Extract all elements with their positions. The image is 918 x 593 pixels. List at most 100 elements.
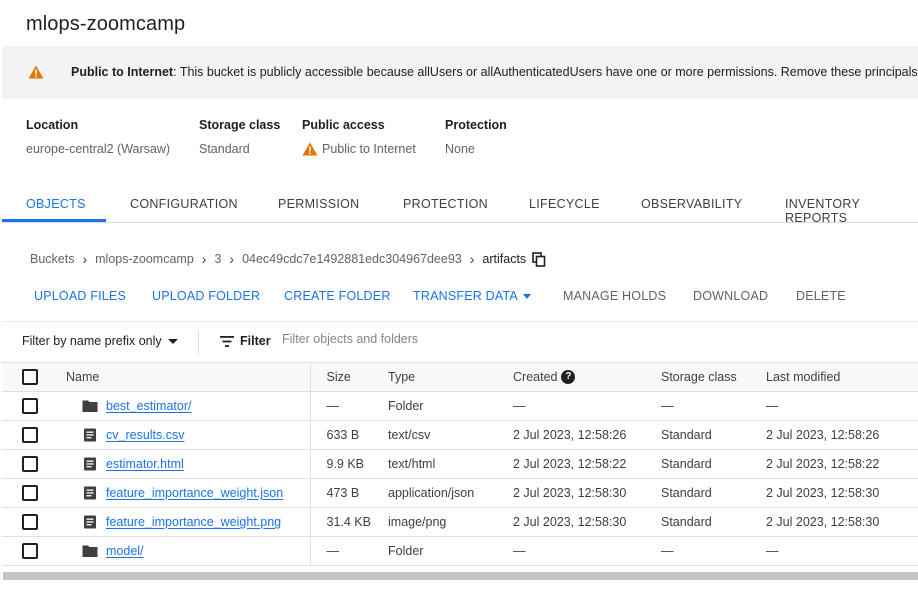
table-row[interactable]: feature_importance_weight.png 31.4 KB imag… [2, 507, 918, 537]
transfer-data-label: TRANSFER DATA [413, 289, 518, 303]
manage-holds-button[interactable]: MANAGE HOLDS [563, 289, 666, 303]
delete-button[interactable]: DELETE [796, 289, 846, 303]
object-name-link[interactable]: estimator.html [106, 457, 184, 471]
breadcrumb-buckets[interactable]: Buckets [30, 252, 74, 266]
upload-folder-button[interactable]: UPLOAD FOLDER [152, 289, 260, 303]
tab-objects[interactable]: OBJECTS [26, 197, 86, 211]
created-cell: 2 Jul 2023, 12:58:30 [513, 507, 661, 537]
filter-label: Filter [240, 334, 271, 348]
horizontal-scrollbar[interactable] [3, 572, 918, 580]
download-button[interactable]: DOWNLOAD [693, 289, 768, 303]
public-access-label: Public access [302, 118, 385, 132]
row-checkbox[interactable] [22, 543, 38, 559]
tab-configuration[interactable]: CONFIGURATION [130, 197, 238, 211]
created-cell: — [513, 391, 661, 421]
chevron-right-icon: › [229, 251, 235, 267]
name-cell: cv_results.csv [66, 420, 311, 450]
filter-icon[interactable] [220, 336, 234, 347]
info-public-access: Public access Public to Internet [302, 118, 416, 156]
folder-icon [82, 544, 98, 558]
chevron-right-icon: › [82, 251, 88, 267]
storage-class-cell: Standard [661, 507, 766, 537]
object-name-link[interactable]: best_estimator/ [106, 399, 191, 413]
help-icon[interactable]: ? [561, 370, 576, 385]
name-cell: estimator.html [66, 449, 311, 479]
row-checkbox[interactable] [22, 485, 38, 501]
select-all-checkbox[interactable] [22, 369, 38, 385]
size-cell: — [310, 391, 388, 421]
banner-text: : This bucket is publicly accessible bec… [173, 65, 918, 79]
size-cell: 473 B [310, 478, 388, 508]
tab-lifecycle[interactable]: LIFECYCLE [529, 197, 600, 211]
location-label: Location [26, 118, 79, 132]
size-cell: — [310, 536, 388, 566]
storage-class-value: Standard [199, 142, 250, 156]
row-checkbox[interactable] [22, 514, 38, 530]
row-checkbox-cell [2, 507, 66, 537]
type-cell: image/png [388, 507, 513, 537]
object-name-link[interactable]: cv_results.csv [106, 428, 185, 442]
header-created-label: Created [513, 369, 558, 384]
folder-icon [82, 399, 98, 413]
active-tab-indicator [2, 219, 106, 222]
name-cell: best_estimator/ [66, 391, 311, 421]
filter-input[interactable] [282, 332, 682, 346]
banner-bold: Public to Internet [71, 65, 174, 79]
upload-files-button[interactable]: UPLOAD FILES [34, 289, 126, 303]
row-checkbox[interactable] [22, 456, 38, 472]
last-modified-cell: 2 Jul 2023, 12:58:26 [766, 420, 918, 450]
row-checkbox-cell [2, 536, 66, 566]
table-row[interactable]: cv_results.csv 633 Btext/csv 2 Jul 2023, 1… [2, 420, 918, 450]
header-type[interactable]: Type [388, 362, 513, 392]
header-name[interactable]: Name [66, 362, 311, 392]
breadcrumb-run-id[interactable]: 04ec49cdc7e1492881edc304967dee93 [242, 252, 462, 266]
tab-observability[interactable]: OBSERVABILITY [641, 197, 742, 211]
row-checkbox-cell [2, 478, 66, 508]
row-checkbox[interactable] [22, 398, 38, 414]
filter-prefix-dropdown[interactable]: Filter by name prefix only [22, 334, 178, 348]
tab-inventory-reports[interactable]: INVENTORY REPORTS [785, 197, 918, 225]
last-modified-cell: 2 Jul 2023, 12:58:30 [766, 478, 918, 508]
storage-class-label: Storage class [199, 118, 281, 132]
transfer-data-button[interactable]: TRANSFER DATA [413, 289, 531, 303]
table-header-row: Name Size Type Created? Storage class La… [2, 362, 918, 392]
row-checkbox[interactable] [22, 427, 38, 443]
banner-message: Public to Internet: This bucket is publi… [71, 65, 918, 79]
size-cell: 633 B [310, 420, 388, 450]
file-icon [82, 515, 98, 529]
type-cell: text/html [388, 449, 513, 479]
breadcrumb-bucket[interactable]: mlops-zoomcamp [95, 252, 194, 266]
object-name-link[interactable]: feature_importance_weight.json [106, 486, 283, 500]
storage-class-cell: — [661, 536, 766, 566]
type-cell: Folder [388, 391, 513, 421]
created-cell: 2 Jul 2023, 12:58:30 [513, 478, 661, 508]
header-storage-class[interactable]: Storage class [661, 362, 766, 392]
table-row[interactable]: best_estimator/— Folder — — — [2, 391, 918, 421]
tab-bar: OBJECTS CONFIGURATION PERMISSION PROTECT… [0, 186, 918, 225]
created-cell: 2 Jul 2023, 12:58:22 [513, 449, 661, 479]
object-name-link[interactable]: feature_importance_weight.png [106, 515, 281, 529]
type-cell: Folder [388, 536, 513, 566]
table-row[interactable]: feature_importance_weight.json 473 Bappli… [2, 478, 918, 508]
name-cell: feature_importance_weight.json [66, 478, 311, 508]
file-icon [82, 486, 98, 500]
table-row[interactable]: estimator.html 9.9 KB text/html 2 Jul 2023,… [2, 449, 918, 479]
table-row[interactable]: model/— Folder — — — [2, 536, 918, 566]
create-folder-button[interactable]: CREATE FOLDER [284, 289, 391, 303]
protection-value: None [445, 142, 475, 156]
created-cell: 2 Jul 2023, 12:58:26 [513, 420, 661, 450]
object-name-link[interactable]: model/ [106, 544, 144, 558]
header-created[interactable]: Created? [513, 362, 661, 392]
name-cell: feature_importance_weight.png [66, 507, 311, 537]
header-last-modified[interactable]: Last modified [766, 362, 918, 392]
type-cell: text/csv [388, 420, 513, 450]
copy-icon[interactable] [532, 251, 546, 267]
protection-label: Protection [445, 118, 507, 132]
file-icon [82, 457, 98, 471]
breadcrumb-folder-3[interactable]: 3 [214, 252, 221, 266]
tab-permission[interactable]: PERMISSION [278, 197, 360, 211]
row-checkbox-cell [2, 449, 66, 479]
header-size[interactable]: Size [310, 362, 388, 392]
tab-protection[interactable]: PROTECTION [403, 197, 488, 211]
type-cell: application/json [388, 478, 513, 508]
